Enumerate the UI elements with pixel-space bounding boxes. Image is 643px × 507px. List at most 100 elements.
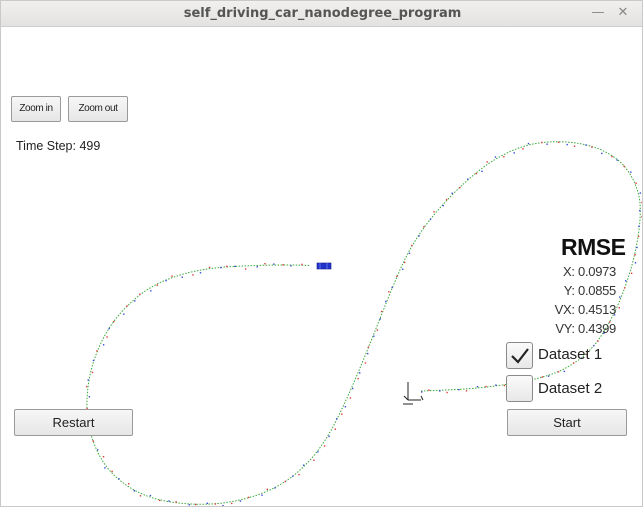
radar-marker: [123, 313, 125, 315]
lidar-marker: [459, 186, 461, 189]
dataset-1-checkbox[interactable]: [506, 342, 533, 369]
radar-marker: [352, 387, 354, 390]
lidar-marker: [158, 499, 161, 502]
radar-marker: [458, 389, 460, 391]
radar-marker: [439, 390, 441, 392]
lidar-marker: [611, 155, 613, 158]
radar-marker: [239, 500, 242, 502]
radar-marker: [256, 266, 258, 268]
lidar-marker: [214, 503, 217, 505]
lidar-marker: [634, 254, 636, 256]
radar-marker: [359, 372, 361, 374]
rmse-vy-value: VY: 0.4399: [555, 321, 616, 336]
lidar-marker: [139, 293, 141, 295]
radar-marker: [165, 279, 167, 282]
lidar-marker: [428, 389, 430, 391]
radar-marker: [108, 327, 110, 330]
lidar-marker: [591, 146, 593, 148]
radar-marker: [134, 300, 136, 302]
radar-marker: [563, 370, 565, 373]
lidar-marker: [485, 385, 487, 388]
rmse-y-value: Y: 0.0855: [563, 283, 617, 298]
radar-marker: [636, 246, 638, 249]
radar-marker: [476, 386, 479, 388]
radar-marker: [616, 159, 618, 161]
time-step-label: Time Step: 499: [16, 139, 101, 153]
radar-marker: [97, 449, 99, 451]
lidar-marker: [106, 336, 108, 338]
lidar-marker: [522, 148, 524, 150]
lidar-marker: [423, 226, 425, 228]
radar-marker: [373, 335, 375, 337]
lidar-marker: [195, 503, 197, 506]
radar-marker: [118, 478, 120, 480]
radar-marker: [619, 296, 621, 298]
radar-marker: [133, 490, 135, 492]
rmse-vx-value: VX: 0.4513: [554, 302, 617, 317]
lidar-marker: [282, 264, 284, 266]
lidar-marker: [618, 307, 620, 309]
origin-axes-icon: [403, 382, 424, 405]
lidar-marker: [284, 480, 286, 483]
checkmark-icon: [511, 348, 529, 364]
radar-marker: [168, 500, 170, 502]
radar-marker: [418, 235, 420, 237]
zoom-in-button[interactable]: Zoom in: [11, 96, 61, 122]
lidar-marker: [376, 329, 379, 331]
lidar-marker: [557, 371, 560, 373]
radar-marker: [481, 170, 483, 172]
lidar-marker: [364, 362, 367, 364]
radar-marker: [234, 265, 236, 267]
lidar-marker: [557, 141, 560, 143]
rmse-x-value: X: 0.0973: [563, 264, 616, 279]
lidar-marker: [388, 291, 390, 293]
dataset-2-checkbox[interactable]: [506, 375, 533, 402]
radar-marker: [220, 266, 222, 269]
minimize-icon[interactable]: —: [590, 5, 606, 21]
radar-marker: [639, 209, 641, 212]
radar-marker: [88, 396, 91, 398]
close-icon[interactable]: ✕: [615, 5, 631, 21]
radar-marker: [222, 505, 224, 506]
lidar-marker: [171, 275, 173, 277]
zoom-out-button[interactable]: Zoom out: [68, 96, 128, 122]
radar-marker: [601, 152, 603, 155]
radar-marker: [634, 262, 637, 264]
lidar-marker: [301, 263, 303, 266]
lidar-marker: [630, 272, 633, 274]
radar-marker: [273, 263, 275, 265]
lidar-marker: [126, 305, 128, 307]
radar-marker: [429, 218, 432, 221]
radar-marker: [181, 276, 183, 278]
lidar-marker: [175, 501, 177, 503]
lidar-marker: [128, 483, 130, 485]
start-button[interactable]: Start: [507, 409, 627, 436]
dataset-2-label[interactable]: Dataset 2: [538, 380, 602, 397]
lidar-marker: [341, 413, 343, 415]
radar-marker: [150, 290, 152, 292]
radar-marker: [442, 204, 444, 207]
lidar-marker: [85, 385, 88, 388]
rmse-title: RMSE: [561, 234, 626, 260]
lidar-marker: [113, 320, 115, 323]
radar-marker: [451, 192, 453, 194]
radar-marker: [149, 494, 152, 497]
lidar-marker: [247, 496, 250, 499]
radar-marker: [290, 265, 292, 267]
lidar-marker: [264, 263, 266, 265]
app-window: self_driving_car_nanodegree_program — ✕ …: [0, 0, 643, 507]
radar-marker: [625, 280, 627, 282]
radar-marker: [630, 171, 632, 173]
lidar-marker: [503, 384, 506, 387]
radar-marker: [104, 467, 106, 469]
radar-marker: [495, 384, 497, 386]
lidar-marker: [334, 428, 336, 430]
lidar-marker: [226, 265, 228, 267]
dataset-1-label[interactable]: Dataset 1: [538, 346, 602, 363]
restart-button[interactable]: Restart: [14, 409, 133, 436]
radar-marker: [547, 375, 550, 377]
lidar-marker: [573, 145, 576, 147]
lidar-marker: [635, 182, 637, 184]
title-bar[interactable]: self_driving_car_nanodegree_program — ✕: [1, 1, 642, 27]
radar-marker: [206, 502, 208, 504]
